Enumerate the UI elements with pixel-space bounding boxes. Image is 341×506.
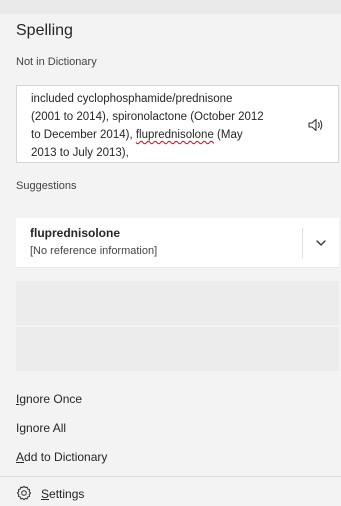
- suggestion-info: [No reference information]: [30, 245, 158, 257]
- context-text: included cyclophosphamide/prednisone (20…: [31, 90, 293, 162]
- chevron-down-icon[interactable]: [312, 234, 330, 252]
- ignore-all-button[interactable]: Ignore All: [16, 421, 66, 435]
- pane-title: Spelling: [16, 22, 73, 39]
- context-line: 2013 to July 2013),: [31, 147, 129, 159]
- context-text-segment: to December 2014),: [31, 129, 136, 141]
- context-line: (2001 to 2014), spironolactone (October …: [31, 111, 264, 123]
- add-to-dictionary-button[interactable]: Add to Dictionary: [16, 450, 107, 464]
- context-line: to December 2014), fluprednisolone (May: [31, 126, 293, 144]
- suggestion-word: fluprednisolone: [30, 226, 120, 240]
- suggestions-label: Suggestions: [16, 180, 77, 192]
- divider: [0, 476, 341, 477]
- misspelled-word[interactable]: fluprednisolone: [136, 129, 214, 141]
- ignore-once-button[interactable]: Ignore Once: [16, 392, 82, 406]
- context-line: included cyclophosphamide/prednisone: [31, 93, 233, 105]
- suggestion-divider: [302, 228, 303, 258]
- not-in-dictionary-label: Not in Dictionary: [16, 56, 97, 68]
- settings-link[interactable]: Settings: [41, 487, 84, 501]
- context-text-segment: (May: [213, 129, 243, 141]
- suggestion-item[interactable]: fluprednisolone [No reference informatio…: [16, 218, 339, 268]
- context-box: included cyclophosphamide/prednisone (20…: [16, 85, 339, 163]
- pane-top-bar: [0, 0, 341, 14]
- speaker-icon[interactable]: [307, 116, 327, 134]
- empty-suggestion-slot: [16, 281, 339, 325]
- gear-icon[interactable]: [16, 485, 32, 501]
- empty-suggestion-slot: [16, 327, 339, 371]
